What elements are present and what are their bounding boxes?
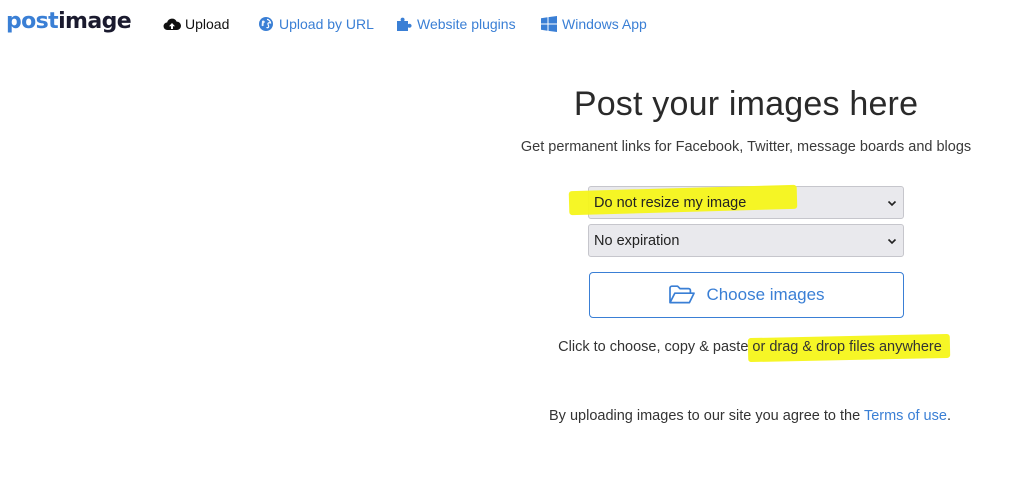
expiration-select[interactable]: No expiration bbox=[588, 224, 904, 257]
terms-of-use-link[interactable]: Terms of use bbox=[864, 408, 947, 424]
terms-prefix: By uploading images to our site you agre… bbox=[549, 408, 864, 424]
choose-images-label: Choose images bbox=[706, 285, 825, 304]
folder-open-icon bbox=[668, 284, 696, 306]
nav-windows-app[interactable]: Windows App bbox=[540, 15, 647, 33]
terms-notice: By uploading images to our site you agre… bbox=[420, 407, 1024, 425]
nav-website-plugins-label: Website plugins bbox=[417, 16, 516, 32]
upload-panel-header: Post your images here Get permanent link… bbox=[496, 80, 996, 156]
nav-windows-app-label: Windows App bbox=[562, 16, 647, 32]
nav-website-plugins[interactable]: Website plugins bbox=[395, 15, 516, 33]
upload-hint: Click to choose, copy & paste or drag & … bbox=[420, 338, 1024, 356]
nav-upload-by-url-label: Upload by URL bbox=[279, 16, 374, 32]
resize-select-value: Do not resize my image bbox=[594, 195, 747, 211]
choose-images-button[interactable]: Choose images bbox=[589, 272, 904, 318]
chevron-down-icon bbox=[886, 234, 898, 246]
nav-upload-by-url[interactable]: Upload by URL bbox=[257, 15, 374, 33]
hint-plain-text: Click to choose, copy & paste bbox=[558, 339, 753, 355]
hint-highlighted-text: or drag & drop files anywhere bbox=[752, 339, 942, 355]
postimage-logo[interactable]: postimage bbox=[6, 9, 132, 35]
globe-icon bbox=[257, 16, 275, 32]
page-subtitle: Get permanent links for Facebook, Twitte… bbox=[520, 139, 972, 155]
nav-upload[interactable]: Upload bbox=[163, 15, 229, 33]
expiration-select-value: No expiration bbox=[594, 233, 680, 249]
page-title: Post your images here bbox=[573, 85, 919, 123]
nav-upload-label: Upload bbox=[185, 16, 230, 32]
terms-suffix: . bbox=[946, 408, 951, 424]
cloud-upload-icon bbox=[163, 16, 181, 32]
top-navbar: postimage Upload Upload by URL Website p… bbox=[0, 0, 1024, 46]
windows-icon bbox=[540, 16, 558, 32]
chevron-down-icon bbox=[886, 196, 898, 208]
puzzle-icon bbox=[395, 16, 413, 32]
